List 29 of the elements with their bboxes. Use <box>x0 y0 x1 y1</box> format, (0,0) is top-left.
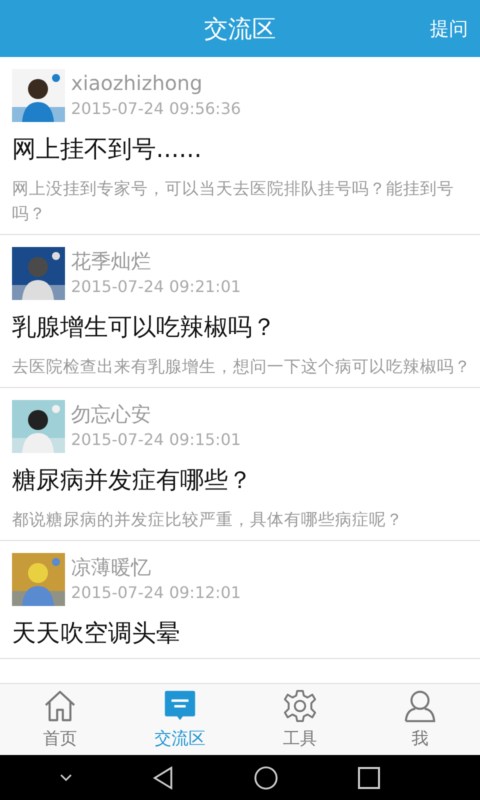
recents-icon[interactable] <box>356 766 380 790</box>
tab[interactable]: 工具 <box>240 684 360 755</box>
home-circle-icon[interactable] <box>254 766 278 790</box>
post-snippet: 去医院检查出来有乳腺增生，想问一下这个病可以吃辣椒吗？ <box>12 356 472 378</box>
username: 花季灿烂 <box>71 248 152 275</box>
person-icon <box>403 689 437 723</box>
post-title[interactable]: 乳腺增生可以吃辣椒吗？ <box>12 310 476 344</box>
post-time: 2015-07-24 09:21:01 <box>71 276 241 298</box>
username: xiaozhizhong <box>71 70 204 97</box>
post-snippet: 网上没挂到专家号，可以当天去医院排队挂号吗？能挂到号吗？ <box>12 178 455 225</box>
post-title[interactable]: 糖尿病并发症有哪些？ <box>12 463 476 497</box>
tab[interactable]: 交流区 <box>120 684 240 755</box>
post-time: 2015-07-24 09:56:36 <box>71 98 241 120</box>
username: 勿忘心安 <box>71 401 152 428</box>
post-title[interactable]: 天天吹空调头晕 <box>12 616 476 650</box>
tab[interactable]: 首页 <box>0 684 120 755</box>
chat-icon <box>163 689 197 723</box>
post-snippet: 都说糖尿病的并发症比较严重，具体有哪些病症呢？ <box>12 509 404 531</box>
post-time: 2015-07-24 09:15:01 <box>71 429 241 451</box>
settings-icon <box>283 689 317 723</box>
post-time: 2015-07-24 09:12:01 <box>71 582 241 604</box>
back-icon[interactable] <box>150 766 174 790</box>
tab[interactable]: 我 <box>360 684 480 755</box>
post-title[interactable]: 网上挂不到号...... <box>12 132 476 166</box>
home-icon <box>43 689 77 723</box>
ask-button[interactable]: 提问 <box>430 16 468 42</box>
page-title: 交流区 <box>204 14 276 44</box>
username: 凉薄暖忆 <box>71 554 152 581</box>
chevron-down-icon[interactable] <box>60 774 72 782</box>
